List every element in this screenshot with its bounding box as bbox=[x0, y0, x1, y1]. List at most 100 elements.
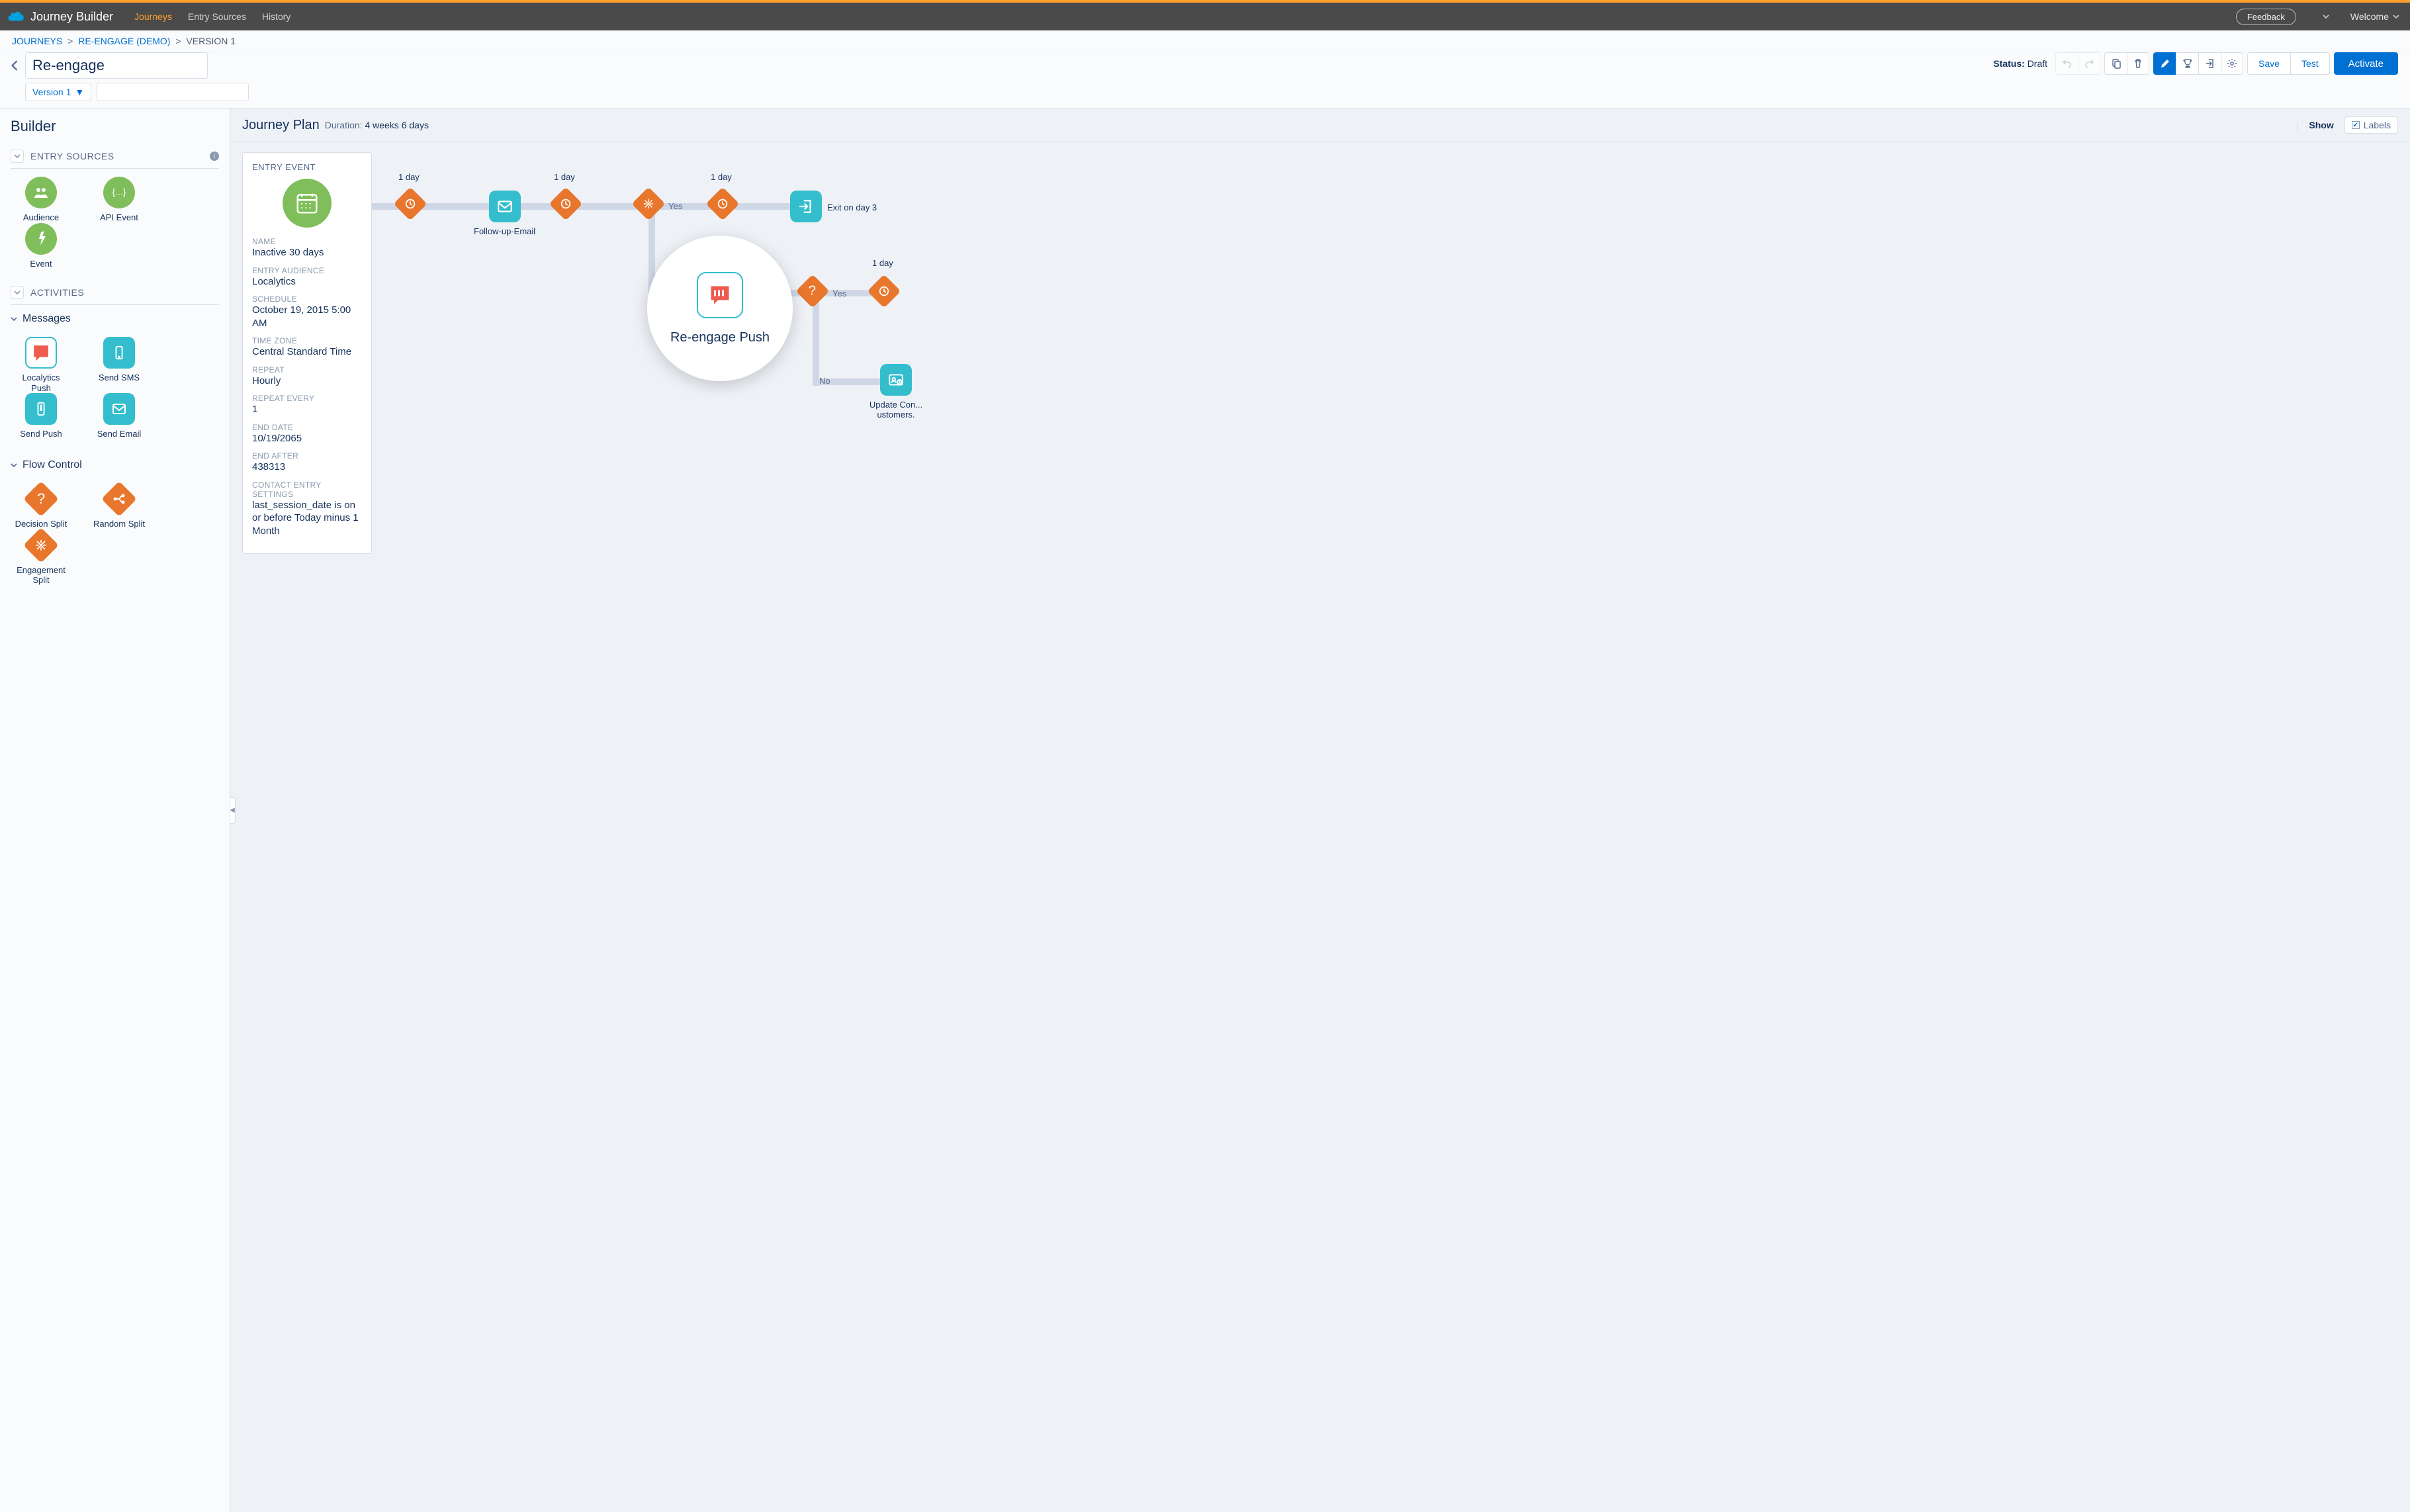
section-entry-sources[interactable]: ENTRY SOURCES i bbox=[11, 144, 219, 169]
tile-random-split[interactable]: Random Split bbox=[90, 483, 148, 529]
version-select-label: Version 1 bbox=[32, 87, 71, 97]
svg-text:!: ! bbox=[40, 404, 42, 412]
exit-label: Exit on day 3 bbox=[827, 202, 877, 212]
edge-label-no: No bbox=[819, 376, 830, 386]
clock-icon bbox=[868, 275, 901, 308]
journey-canvas[interactable]: ENTRY EVENT NAMEInactive 30 days ENTRY A… bbox=[230, 140, 2410, 1512]
tile-decision-split[interactable]: ? Decision Split bbox=[12, 483, 70, 529]
test-button[interactable]: Test bbox=[2290, 52, 2330, 75]
entry-card-header: ENTRY EVENT bbox=[252, 162, 362, 172]
tile-send-push[interactable]: ! Send Push bbox=[12, 393, 70, 439]
email-icon bbox=[103, 393, 135, 425]
status-label: Status: bbox=[1993, 58, 2024, 69]
wait-caption: 1 day bbox=[711, 172, 732, 182]
clock-icon bbox=[394, 187, 427, 221]
clock-icon bbox=[549, 187, 583, 221]
tile-audience[interactable]: Audience bbox=[12, 177, 70, 223]
nav-entry-sources[interactable]: Entry Sources bbox=[188, 11, 246, 22]
node-decision-split[interactable]: ? bbox=[798, 279, 827, 308]
version-select[interactable]: Version 1 ▼ bbox=[25, 83, 91, 101]
settings-button[interactable] bbox=[2221, 52, 2243, 75]
trash-icon bbox=[2133, 58, 2143, 69]
edge-label-yes: Yes bbox=[668, 201, 682, 211]
entry-source-tiles: Audience {...} API Event Event bbox=[11, 169, 219, 281]
status-value: Draft bbox=[2028, 58, 2047, 69]
tile-api-event[interactable]: {...} API Event bbox=[90, 177, 148, 223]
back-button[interactable] bbox=[7, 58, 22, 73]
flow-control-tiles: ? Decision Split Random Split Engagement… bbox=[11, 475, 219, 598]
chevron-down-icon bbox=[11, 462, 17, 468]
decision-split-icon: ? bbox=[23, 481, 59, 517]
chevron-down-icon bbox=[11, 150, 24, 163]
topbar-nav: Journeys Entry Sources History bbox=[134, 11, 290, 22]
save-button[interactable]: Save bbox=[2247, 52, 2290, 75]
copy-button[interactable] bbox=[2104, 52, 2127, 75]
event-icon bbox=[25, 223, 57, 255]
engagement-split-icon bbox=[632, 187, 666, 221]
labels-toggle[interactable]: ✔ Labels bbox=[2344, 116, 2398, 134]
crumb-version: VERSION 1 bbox=[186, 36, 236, 46]
copy-icon bbox=[2111, 58, 2121, 69]
redo-button[interactable] bbox=[2078, 52, 2100, 75]
node-engagement-split[interactable] bbox=[634, 192, 663, 221]
node-wait-3[interactable] bbox=[708, 192, 737, 221]
sms-icon bbox=[103, 337, 135, 369]
command-bar: Version 1 ▼ Status: Draft bbox=[0, 52, 2410, 109]
engagement-split-icon bbox=[23, 527, 59, 563]
crumb-demo[interactable]: RE-ENGAGE (DEMO) bbox=[78, 36, 170, 46]
brand: Journey Builder bbox=[8, 10, 113, 24]
goals-button[interactable] bbox=[2176, 52, 2198, 75]
wait-caption: 1 day bbox=[554, 172, 575, 182]
edit-mode-button[interactable] bbox=[2153, 52, 2176, 75]
node-highlight-bubble[interactable]: Re-engage Push bbox=[647, 236, 793, 381]
tile-send-email[interactable]: Send Email bbox=[90, 393, 148, 439]
run-group: Save Test bbox=[2247, 52, 2330, 75]
tile-localytics-push[interactable]: Localytics Push bbox=[12, 337, 70, 393]
node-update-contact[interactable]: Update Con... ustomers. bbox=[867, 364, 925, 420]
node-email[interactable]: Follow-up-Email bbox=[474, 191, 535, 236]
email-icon bbox=[489, 191, 521, 222]
delete-button[interactable] bbox=[2127, 52, 2149, 75]
entry-event-card[interactable]: ENTRY EVENT NAMEInactive 30 days ENTRY A… bbox=[242, 152, 372, 554]
svg-text:{...}: {...} bbox=[112, 187, 126, 197]
wait-caption: 1 day bbox=[398, 172, 420, 182]
duration-label: Duration: bbox=[325, 120, 363, 130]
api-event-icon: {...} bbox=[103, 177, 135, 208]
crumb-journeys[interactable]: JOURNEYS bbox=[12, 36, 62, 46]
status: Status: Draft bbox=[1993, 58, 2047, 69]
journey-description-input[interactable] bbox=[97, 83, 249, 101]
account-menu[interactable] bbox=[2312, 13, 2332, 20]
section-activities[interactable]: ACTIVITIES bbox=[11, 281, 219, 305]
subsection-messages[interactable]: Messages bbox=[11, 305, 219, 329]
feedback-button[interactable]: Feedback bbox=[2236, 9, 2296, 25]
mode-group bbox=[2153, 52, 2243, 75]
connector bbox=[372, 203, 822, 210]
node-wait-4[interactable] bbox=[870, 279, 899, 308]
journey-title-input[interactable] bbox=[25, 52, 208, 79]
pencil-icon bbox=[2160, 58, 2170, 69]
history-group bbox=[2055, 52, 2100, 75]
node-wait-1[interactable] bbox=[396, 192, 425, 221]
nav-journeys[interactable]: Journeys bbox=[134, 11, 172, 22]
builder-sidebar: Builder ENTRY SOURCES i Audience {...} A… bbox=[0, 109, 230, 1512]
exit-criteria-button[interactable] bbox=[2198, 52, 2221, 75]
localytics-push-icon bbox=[25, 337, 57, 369]
undo-button[interactable] bbox=[2055, 52, 2078, 75]
decision-split-icon: ? bbox=[796, 275, 830, 308]
checkbox-icon: ✔ bbox=[2352, 121, 2360, 129]
node-exit[interactable] bbox=[790, 191, 822, 222]
message-tiles: Localytics Push Send SMS ! Send Push Sen… bbox=[11, 329, 219, 451]
activate-button[interactable]: Activate bbox=[2334, 52, 2398, 75]
subsection-flow-control[interactable]: Flow Control bbox=[11, 451, 219, 475]
exit-icon bbox=[790, 191, 822, 222]
plan-header: Journey Plan Duration: 4 weeks 6 days | … bbox=[230, 109, 2410, 142]
tile-event[interactable]: Event bbox=[12, 223, 70, 269]
info-icon[interactable]: i bbox=[210, 152, 219, 161]
tile-engagement-split[interactable]: Engagement Split bbox=[12, 529, 70, 586]
gear-icon bbox=[2227, 58, 2237, 69]
nav-history[interactable]: History bbox=[262, 11, 291, 22]
welcome-menu[interactable]: Welcome bbox=[2348, 11, 2402, 22]
tile-send-sms[interactable]: Send SMS bbox=[90, 337, 148, 393]
chevron-down-icon bbox=[2393, 13, 2399, 20]
node-wait-2[interactable] bbox=[551, 192, 580, 221]
